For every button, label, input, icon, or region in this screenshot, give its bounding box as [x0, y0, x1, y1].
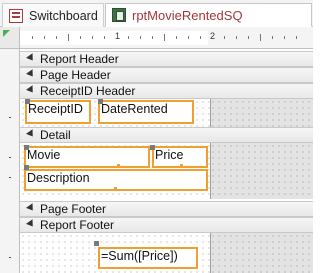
document-tab-strip: Switchboard rptMovieRentedSQ [0, 0, 313, 27]
ruler-tick [224, 36, 225, 39]
ruler-tick [200, 36, 201, 39]
ruler-tick [260, 34, 261, 41]
ruler-tick [104, 36, 105, 39]
control-text: ReceiptID [28, 102, 83, 116]
report-icon [112, 8, 126, 22]
band-outside-area [210, 143, 313, 199]
form-icon [9, 8, 23, 23]
section-arrow-icon [26, 54, 36, 64]
section-page-header[interactable]: Page Header [20, 67, 313, 83]
ruler-tick [164, 34, 165, 41]
vertical-ruler[interactable] [0, 49, 20, 273]
horizontal-ruler[interactable]: 1 2 [20, 27, 313, 49]
move-handle[interactable] [98, 99, 103, 104]
section-label: Report Footer [40, 218, 115, 232]
section-arrow-icon [26, 70, 36, 80]
ruler-tick [176, 36, 177, 39]
section-label: Page Footer [40, 202, 107, 216]
report-selector-marker [3, 30, 10, 37]
control-text: Description [27, 171, 90, 185]
ruler-tick [284, 36, 285, 39]
ruler-tick [68, 34, 69, 41]
daterented-textbox[interactable]: DateRented [98, 100, 194, 124]
move-handle[interactable] [25, 99, 30, 104]
section-arrow-icon [26, 220, 36, 230]
tab-label: Switchboard [29, 8, 98, 23]
section-label: Report Header [40, 52, 119, 66]
move-handle[interactable] [24, 145, 29, 150]
ruler-tick [188, 36, 189, 39]
band-report-footer[interactable]: =Sum([Price]) [20, 233, 313, 273]
control-text: Movie [27, 148, 61, 162]
ruler-tick [44, 36, 45, 39]
ruler-tick [9, 257, 11, 258]
movie-textbox[interactable]: Movie [24, 146, 150, 168]
sizing-handle[interactable] [180, 164, 183, 167]
tab-label: rptMovieRentedSQ [132, 7, 243, 23]
ruler-tick [56, 36, 57, 39]
ruler-number: 1 [115, 31, 121, 41]
ruler-tick [140, 36, 141, 39]
section-arrow-icon [26, 130, 36, 140]
band-outside-area [210, 233, 313, 273]
report-width-edge [210, 143, 211, 199]
tab-switchboard[interactable]: Switchboard [2, 3, 104, 27]
sum-price-textbox[interactable]: =Sum([Price]) [98, 247, 198, 269]
report-width-edge [210, 99, 211, 127]
section-report-footer[interactable]: Report Footer [20, 217, 313, 233]
band-detail[interactable]: Movie Price Description [20, 143, 313, 199]
section-page-footer[interactable]: Page Footer [20, 201, 313, 217]
control-text: DateRented [101, 102, 168, 116]
section-receiptid-header[interactable]: ReceiptID Header [20, 83, 313, 99]
ruler-tick [236, 36, 237, 39]
control-text: =Sum([Price]) [101, 249, 178, 263]
ruler-tick [248, 36, 249, 39]
control-text: Price [155, 148, 184, 162]
section-label: ReceiptID Header [40, 84, 136, 98]
ruler-tick [152, 36, 153, 39]
ruler-tick [9, 157, 11, 158]
section-arrow-icon [26, 86, 36, 96]
section-arrow-icon [26, 204, 36, 214]
move-handle[interactable] [150, 145, 155, 150]
tab-rpt-movie-rented[interactable]: rptMovieRentedSQ [105, 3, 312, 27]
section-detail[interactable]: Detail [20, 127, 313, 143]
ruler-tick [32, 36, 33, 39]
section-report-header[interactable]: Report Header [20, 51, 313, 67]
ruler-tick [80, 36, 81, 39]
ruler-tick [296, 36, 297, 39]
ruler-tick [9, 177, 11, 178]
ruler-width-area [20, 31, 208, 45]
sizing-handle[interactable] [114, 187, 117, 190]
receiptid-textbox[interactable]: ReceiptID [25, 100, 91, 124]
ruler-tick [9, 117, 11, 118]
section-label: Detail [40, 128, 71, 142]
report-selector[interactable] [0, 27, 20, 49]
report-design-surface: Report Header Page Header ReceiptID Head… [20, 49, 313, 273]
move-handle[interactable] [24, 165, 29, 170]
section-label: Page Header [40, 68, 111, 82]
ruler-number: 2 [210, 31, 216, 41]
ruler-tick [92, 36, 93, 39]
band-receiptid-header[interactable]: ReceiptID DateRented [20, 99, 313, 127]
ruler-tick [128, 36, 129, 39]
band-outside-area [210, 99, 313, 127]
ruler-tick [272, 36, 273, 39]
report-width-edge [210, 233, 211, 273]
move-handle[interactable] [94, 241, 99, 246]
sizing-handle[interactable] [117, 164, 120, 167]
